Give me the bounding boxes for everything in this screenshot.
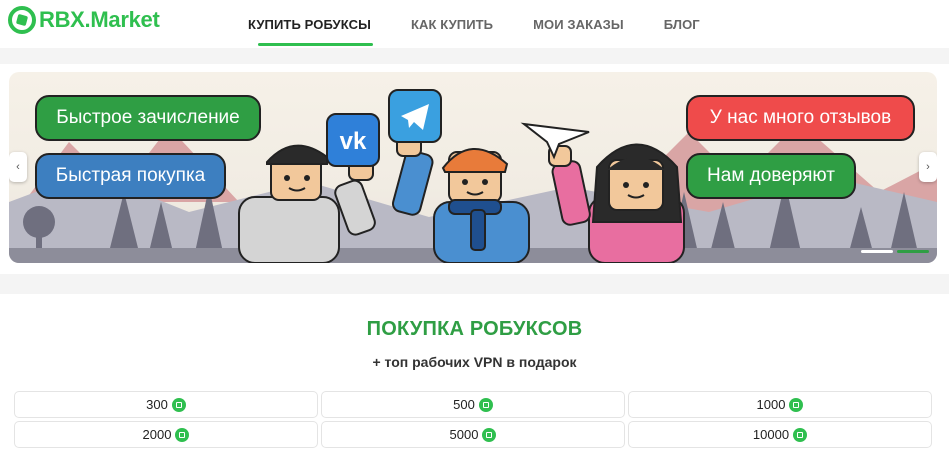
amount-option-1000[interactable]: 1000 xyxy=(628,391,932,418)
main-nav: КУПИТЬ РОБУКСЫ КАК КУПИТЬ МОИ ЗАКАЗЫ БЛО… xyxy=(248,0,740,48)
slide-indicator-1[interactable] xyxy=(861,250,893,253)
amount-value: 500 xyxy=(453,397,475,412)
nav-buy-robux[interactable]: КУПИТЬ РОБУКСЫ xyxy=(248,0,373,48)
rbx-logo-icon xyxy=(8,6,36,34)
nav-how-to-buy[interactable]: КАК КУПИТЬ xyxy=(411,0,493,48)
chevron-left-icon: ‹ xyxy=(16,161,20,173)
amount-value: 300 xyxy=(146,397,168,412)
robux-coin-icon xyxy=(175,427,190,442)
amount-value: 10000 xyxy=(752,427,790,442)
amount-option-300[interactable]: 300 xyxy=(14,391,318,418)
vk-logo-icon: vk xyxy=(326,113,380,167)
robux-coin-icon xyxy=(482,427,497,442)
robux-coin-icon xyxy=(789,397,804,412)
robux-coin-icon xyxy=(793,427,808,442)
feature-many-reviews: У нас много отзывов xyxy=(686,95,915,141)
telegram-logo-icon xyxy=(388,89,442,143)
amount-option-5000[interactable]: 5000 xyxy=(321,421,625,448)
robux-coin-icon xyxy=(171,397,186,412)
banner-next-button[interactable]: › xyxy=(919,152,937,182)
banner-prev-button[interactable]: ‹ xyxy=(9,152,27,182)
amount-value: 2000 xyxy=(142,427,172,442)
purchase-section: ПОКУПКА РОБУКСОВ + топ рабочих VPN в под… xyxy=(0,294,949,457)
amount-option-2000[interactable]: 2000 xyxy=(14,421,318,448)
nav-my-orders[interactable]: МОИ ЗАКАЗЫ xyxy=(533,0,624,48)
nav-blog[interactable]: БЛОГ xyxy=(664,0,700,48)
site-header: RBX.Market КУПИТЬ РОБУКСЫ КАК КУПИТЬ МОИ… xyxy=(0,0,949,48)
feature-fast-credit: Быстрое зачисление xyxy=(35,95,261,141)
purchase-subtitle: + топ рабочих VPN в подарок xyxy=(372,354,577,370)
svg-text:vk: vk xyxy=(340,128,367,155)
chevron-right-icon: › xyxy=(926,161,930,173)
feature-trusted: Нам доверяют xyxy=(686,153,856,199)
purchase-title: ПОКУПКА РОБУКСОВ xyxy=(366,318,583,340)
feature-fast-purchase: Быстрая покупка xyxy=(35,153,226,199)
amount-option-500[interactable]: 500 xyxy=(321,391,625,418)
site-logo[interactable]: RBX.Market xyxy=(8,4,160,36)
amount-value: 1000 xyxy=(756,397,786,412)
amount-option-10000[interactable]: 10000 xyxy=(628,421,932,448)
slide-indicator-2[interactable] xyxy=(897,250,929,253)
promo-banner: vk Быстрое зачисление Быстрая покупка У … xyxy=(9,72,937,263)
paper-plane-icon xyxy=(520,122,590,160)
robux-coin-icon xyxy=(478,397,493,412)
brand-name: RBX.Market xyxy=(39,7,160,32)
banner-section: vk Быстрое зачисление Быстрая покупка У … xyxy=(0,64,949,274)
amount-value: 5000 xyxy=(449,427,479,442)
